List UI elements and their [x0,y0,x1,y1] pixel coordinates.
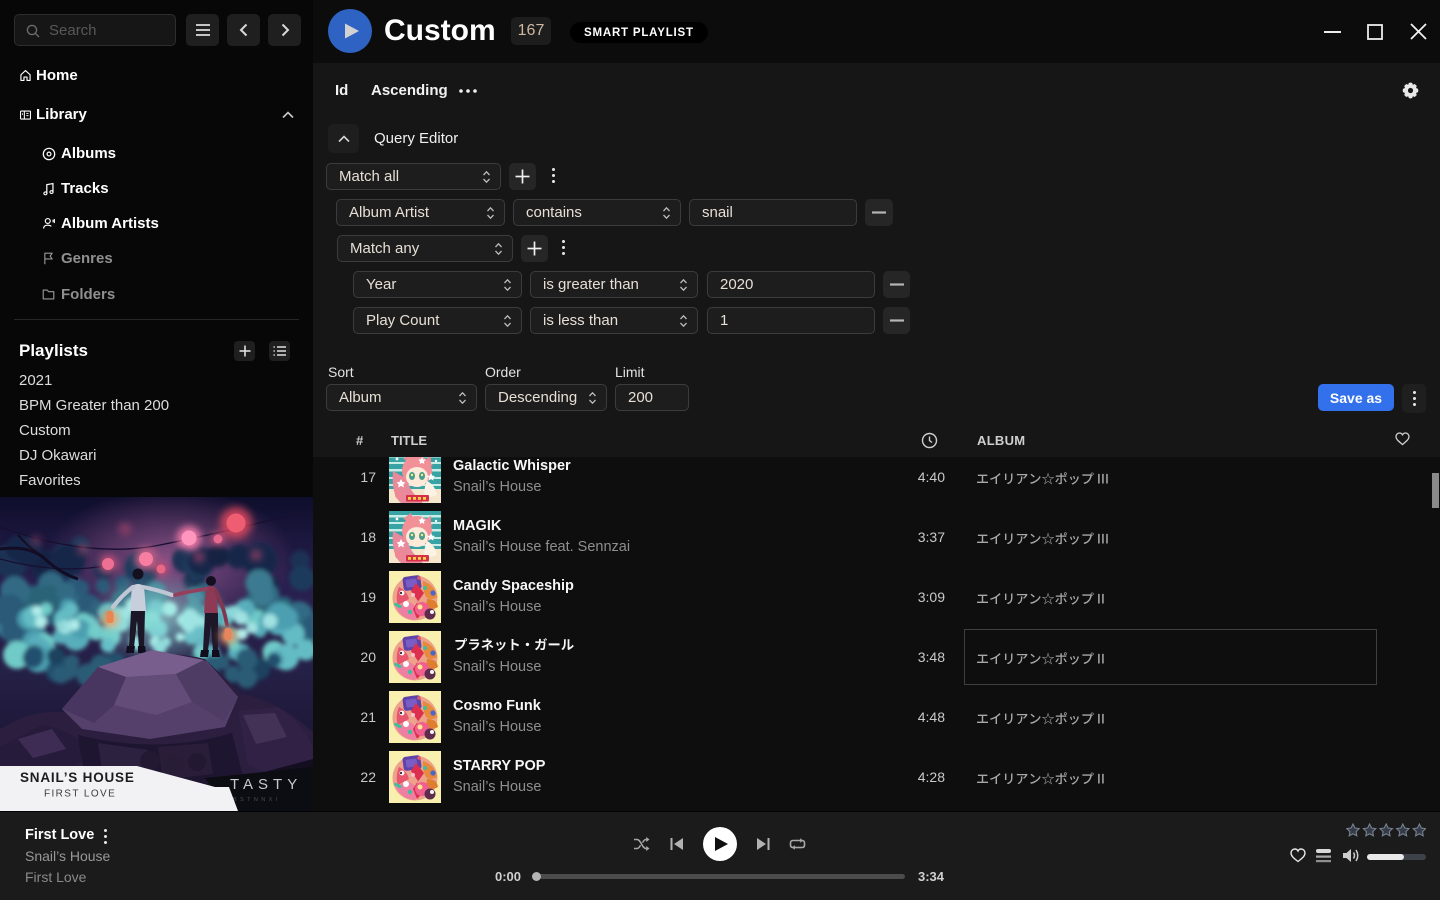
svg-text:TASTY: TASTY [230,776,302,793]
svg-text:FIRST LOVE: FIRST LOVE [44,789,116,800]
svg-text:SNAIL’S HOUSE: SNAIL’S HOUSE [20,770,135,785]
svg-text:BSTNNXI: BSTNNXI [233,797,281,803]
